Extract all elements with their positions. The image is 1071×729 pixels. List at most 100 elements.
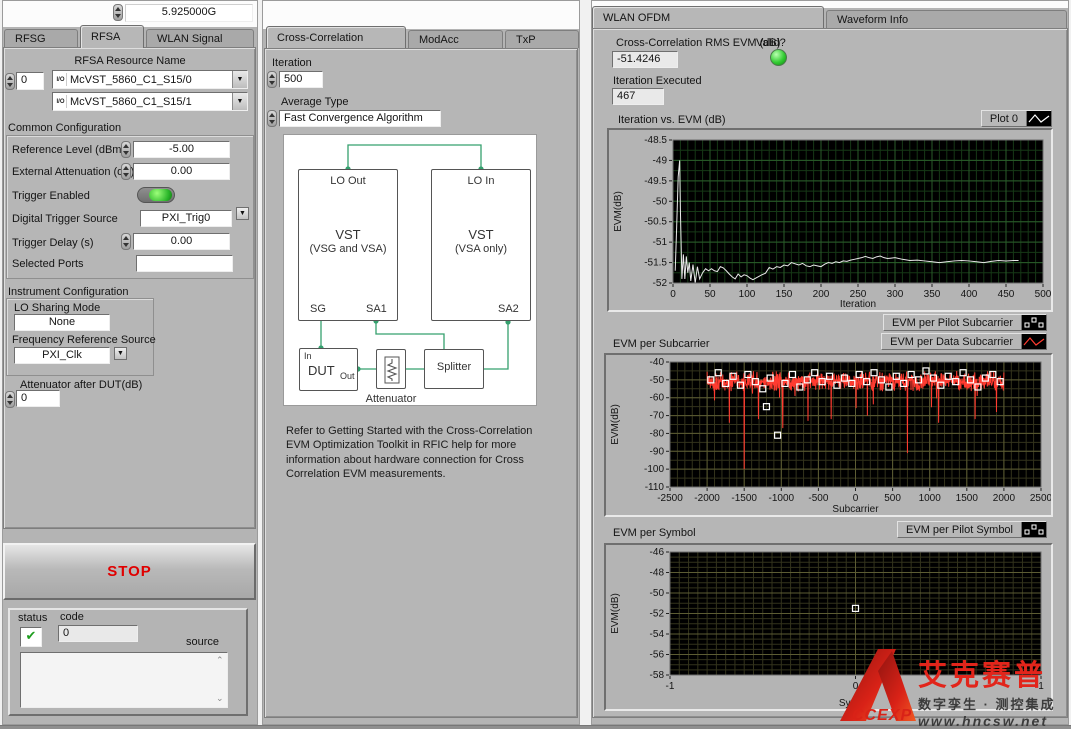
resource-combo-1-value: McVST_5860_C1_S15/1 xyxy=(67,96,232,108)
reference-level-field[interactable]: -5.00 xyxy=(133,141,230,158)
svg-text:-80: -80 xyxy=(650,428,665,439)
app-screen: 5.925000G RFSG RFSA WLAN Signal RFSA Res… xyxy=(0,0,1071,729)
scroll-down-icon[interactable]: ⌄ xyxy=(216,694,224,703)
evm-subcarrier-title: EVM per Subcarrier xyxy=(613,338,710,350)
resource-index-stepper[interactable] xyxy=(5,73,15,90)
legend-row[interactable]: Plot 0 xyxy=(981,110,1052,127)
reference-level-stepper[interactable] xyxy=(121,141,131,158)
iteration-evm-title: Iteration vs. EVM (dB) xyxy=(618,114,726,126)
evm-symbol-legend[interactable]: EVM per Pilot Symbol xyxy=(897,521,1047,538)
tab-waveform-info[interactable]: Waveform Info xyxy=(826,10,1067,28)
svg-text:-52: -52 xyxy=(653,278,668,289)
svg-text:-110: -110 xyxy=(645,482,665,493)
tab-wlan-signal[interactable]: WLAN Signal xyxy=(146,29,254,48)
trigger-enabled-toggle[interactable] xyxy=(137,187,175,203)
frequency-reference-source-dropdown-button[interactable]: ▼ xyxy=(114,347,127,360)
digital-trigger-source-dropdown-button[interactable]: ▼ xyxy=(236,207,249,220)
tab-wlan-ofdm-label: WLAN OFDM xyxy=(603,12,670,24)
external-attenuation-label: External Attenuation (dB) xyxy=(12,166,134,178)
resource-combo-0-value: McVST_5860_C1_S15/0 xyxy=(67,74,232,86)
svg-text:100: 100 xyxy=(739,289,756,300)
svg-text:2500: 2500 xyxy=(1030,493,1051,504)
svg-text:EVM(dB): EVM(dB) xyxy=(610,404,621,445)
svg-text:-52: -52 xyxy=(650,609,665,620)
svg-text:-1500: -1500 xyxy=(731,493,757,504)
svg-text:300: 300 xyxy=(887,289,904,300)
chevron-down-icon[interactable]: ▼ xyxy=(232,93,247,110)
svg-text:-1: -1 xyxy=(666,681,675,692)
svg-text:-500: -500 xyxy=(808,493,828,504)
svg-text:2000: 2000 xyxy=(993,493,1016,504)
svg-text:1000: 1000 xyxy=(919,493,942,504)
external-attenuation-field[interactable]: 0.00 xyxy=(133,163,230,180)
plot-line-icon[interactable] xyxy=(1021,334,1046,349)
frequency-field[interactable]: 5.925000G xyxy=(125,4,253,22)
svg-text:1500: 1500 xyxy=(956,493,979,504)
trigger-delay-stepper[interactable] xyxy=(121,233,131,250)
svg-text:-50: -50 xyxy=(650,375,665,386)
average-type-label: Average Type xyxy=(281,96,348,108)
frequency-stepper[interactable] xyxy=(113,4,123,21)
legend-label: EVM per Data Subcarrier xyxy=(882,335,1021,349)
iteration-evm-graph[interactable]: -48.5-49-49.5-50-50.5-51-51.5-5205010015… xyxy=(607,128,1053,312)
step-down-icon[interactable] xyxy=(115,14,121,18)
source-field[interactable] xyxy=(20,652,228,708)
reference-level-label: Reference Level (dBm) xyxy=(12,144,125,156)
svg-text:Iteration: Iteration xyxy=(840,299,876,310)
legend-row[interactable]: EVM per Data Subcarrier xyxy=(881,333,1047,350)
evm-symbol-graph[interactable]: -46-48-50-52-54-56-58-101SymbolEVM(dB) xyxy=(604,543,1053,711)
evm-subcarrier-graph[interactable]: -40-50-60-70-80-90-100-110-2500-2000-150… xyxy=(604,353,1053,517)
iteration-field[interactable]: 500 xyxy=(279,71,323,88)
svg-text:0: 0 xyxy=(670,289,676,300)
evm-symbol-canvas: -46-48-50-52-54-56-58-101SymbolEVM(dB) xyxy=(606,545,1051,709)
legend-row[interactable]: EVM per Pilot Symbol xyxy=(897,521,1047,538)
selected-ports-field[interactable] xyxy=(136,255,233,272)
lo-sharing-mode-field[interactable]: None xyxy=(14,314,110,331)
bottom-bar xyxy=(0,725,1071,729)
step-up-icon[interactable] xyxy=(115,7,121,11)
scroll-up-icon[interactable]: ⌃ xyxy=(216,656,224,665)
attenuator-after-dut-field[interactable]: 0 xyxy=(16,390,60,407)
vst2-title: VST xyxy=(431,227,531,242)
svg-text:-48: -48 xyxy=(650,568,665,579)
tab-txp[interactable]: TxP xyxy=(505,30,579,48)
iteration-evm-legend[interactable]: Plot 0 xyxy=(981,110,1052,127)
plot-squares-icon[interactable] xyxy=(1021,315,1046,330)
toggle-knob xyxy=(149,189,172,201)
svg-text:-1000: -1000 xyxy=(769,493,795,504)
svg-text:-49.5: -49.5 xyxy=(644,176,667,187)
chevron-down-icon[interactable]: ▼ xyxy=(232,71,247,88)
digital-trigger-source-field[interactable]: PXI_Trig0 xyxy=(140,210,232,227)
tab-rfsa[interactable]: RFSA xyxy=(80,25,144,48)
resource-combo-0[interactable]: I/O McVST_5860_C1_S15/0 ▼ xyxy=(52,70,248,89)
svg-text:350: 350 xyxy=(924,289,941,300)
plot-line-icon[interactable] xyxy=(1026,111,1051,126)
tab-rfsg[interactable]: RFSG xyxy=(4,29,78,48)
dut-out-label: Out xyxy=(340,371,355,381)
tab-modacc[interactable]: ModAcc xyxy=(408,30,503,48)
average-type-field[interactable]: Fast Convergence Algorithm xyxy=(279,110,441,127)
trigger-delay-field[interactable]: 0.00 xyxy=(133,233,230,250)
code-field[interactable]: 0 xyxy=(58,625,138,642)
frequency-reference-source-field[interactable]: PXI_Clk xyxy=(14,347,110,364)
external-attenuation-stepper[interactable] xyxy=(121,163,131,180)
code-label: code xyxy=(60,611,84,623)
tab-wlan-ofdm[interactable]: WLAN OFDM xyxy=(592,6,824,28)
stop-button[interactable]: STOP xyxy=(3,543,256,600)
attenuator-after-dut-stepper[interactable] xyxy=(5,391,15,408)
svg-text:-49: -49 xyxy=(653,155,668,166)
hardware-note: Refer to Getting Started with the Cross-… xyxy=(286,424,538,481)
svg-text:-58: -58 xyxy=(650,670,665,681)
evm-subcarrier-legend[interactable]: EVM per Pilot Subcarrier EVM per Data Sub… xyxy=(881,314,1047,350)
valid-label: Valid? xyxy=(756,37,786,49)
svg-text:-48.5: -48.5 xyxy=(644,135,667,146)
resource-combo-1[interactable]: I/O McVST_5860_C1_S15/1 ▼ xyxy=(52,92,248,111)
resource-index-field[interactable]: 0 xyxy=(16,72,44,90)
legend-row[interactable]: EVM per Pilot Subcarrier xyxy=(883,314,1047,331)
plot-squares-icon[interactable] xyxy=(1021,522,1046,537)
legend-label: EVM per Pilot Subcarrier xyxy=(884,316,1021,330)
common-config-title: Common Configuration xyxy=(8,122,121,134)
tab-cross-correlation[interactable]: Cross-Correlation xyxy=(266,26,406,48)
average-type-stepper[interactable] xyxy=(267,110,277,127)
iteration-stepper[interactable] xyxy=(267,71,277,88)
